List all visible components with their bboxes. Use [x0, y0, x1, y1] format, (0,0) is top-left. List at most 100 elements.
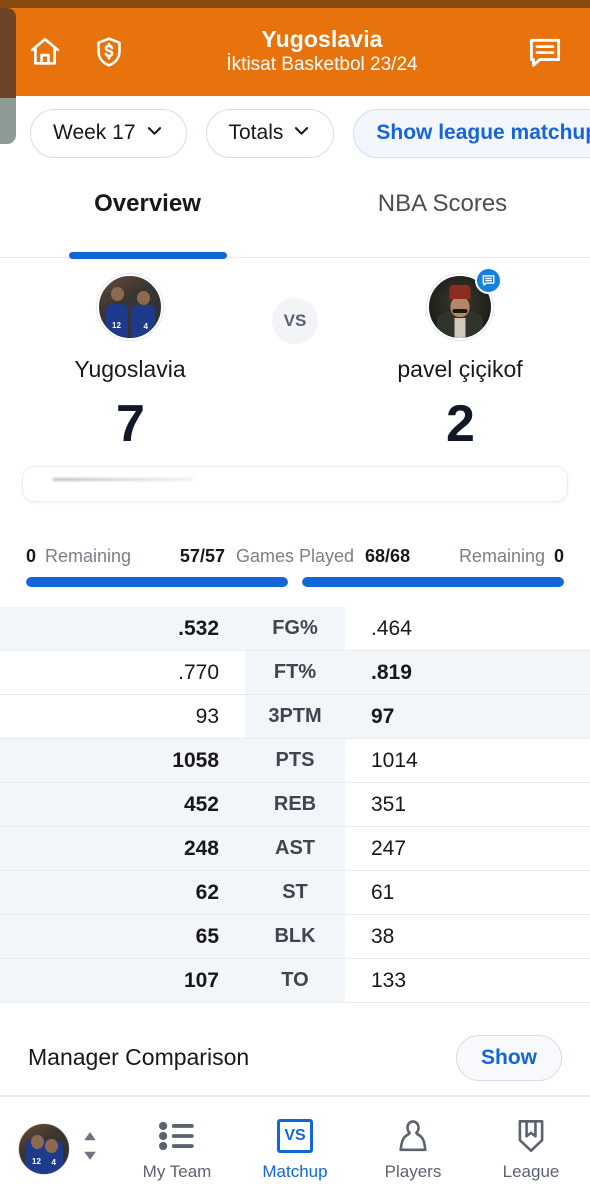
show-league-matchup-button[interactable]: Show league matchup — [353, 108, 590, 158]
table-row: 65 BLK 38 — [0, 915, 590, 959]
table-row: 1058 PTS 1014 — [0, 739, 590, 783]
stat-left-value: 62 — [195, 880, 219, 904]
table-row: 452 REB 351 — [0, 783, 590, 827]
home-team-score: 7 — [116, 394, 145, 453]
tab-overview-label: Overview — [94, 190, 201, 217]
stat-left-value: .532 — [178, 616, 219, 640]
stat-right-value: 97 — [371, 704, 395, 728]
table-row: .770 FT% .819 — [0, 651, 590, 695]
stat-category-label: REB — [273, 793, 317, 815]
home-team-block[interactable]: 12 4 Yugoslavia 7 — [12, 274, 248, 454]
message-icon[interactable] — [522, 29, 568, 75]
team-switcher[interactable]: 12 4 — [0, 1122, 118, 1175]
home-avatar-wrap[interactable]: 12 4 — [97, 274, 163, 340]
filter-bar: Week 17 Totals Show league matchup — [0, 96, 590, 170]
stat-right-value: 1014 — [371, 748, 418, 772]
games-played-labels: 0 Remaining 57/57 Games Played 68/68 Rem… — [0, 546, 590, 567]
app-root: Yugoslavia İktisat Basketbol 23/24 Week … — [0, 0, 590, 1200]
right-remaining-value: 0 — [553, 546, 564, 566]
games-played-block: 0 Remaining 57/57 Games Played 68/68 Rem… — [0, 546, 590, 598]
away-team-name: pavel çiçikof — [397, 356, 523, 382]
avatar: 12 4 — [18, 1122, 70, 1175]
stat-left-value: 1058 — [172, 748, 219, 772]
shield-dollar-icon[interactable] — [86, 29, 132, 75]
chevron-down-icon — [145, 121, 164, 146]
status-bar-strip — [0, 0, 590, 8]
stat-right-value: 133 — [371, 968, 407, 992]
away-avatar-wrap[interactable] — [427, 267, 502, 340]
home-team-name: Yugoslavia — [74, 356, 186, 382]
stat-left-value: 248 — [183, 836, 219, 860]
header-titles: Yugoslavia İktisat Basketbol 23/24 — [132, 26, 522, 78]
nav-item-league[interactable]: League — [472, 1097, 590, 1200]
right-progress-bar — [302, 577, 564, 587]
chevron-down-icon — [292, 121, 311, 146]
scoring-type-label: Totals — [228, 121, 284, 144]
nav-item-my-team-label: My Team — [142, 1161, 212, 1181]
nav-item-matchup-label: Matchup — [262, 1161, 328, 1181]
stat-category-label: ST — [282, 881, 308, 903]
up-down-arrows-icon[interactable] — [80, 1131, 100, 1166]
home-icon[interactable] — [22, 29, 68, 75]
edge-drawer-handle[interactable] — [0, 8, 16, 144]
manager-comparison-row: Manager Comparison Show — [0, 1020, 590, 1096]
app-header: Yugoslavia İktisat Basketbol 23/24 — [0, 8, 590, 96]
bottom-navigation: 12 4 My Team VS Matchup Players League — [0, 1096, 590, 1200]
nav-item-players-label: Players — [384, 1161, 442, 1181]
scoring-type-selector[interactable]: Totals — [205, 108, 335, 158]
stat-right-value: .819 — [371, 660, 412, 684]
tab-overview[interactable]: Overview — [0, 185, 295, 259]
stat-category-label: 3PTM — [268, 705, 322, 727]
right-remaining-label: Remaining — [458, 546, 545, 566]
trophy-shield-icon — [515, 1116, 547, 1156]
right-progress-fill — [302, 577, 564, 587]
vs-box-icon: VS — [277, 1116, 313, 1156]
stat-category-label: FT% — [273, 661, 317, 683]
stat-left-value: 107 — [183, 968, 219, 992]
avatar: 12 4 — [97, 274, 163, 340]
league-subtitle: İktisat Basketbol 23/24 — [226, 54, 418, 76]
table-row: 93 3PTM 97 — [0, 695, 590, 739]
stat-right-value: 247 — [371, 836, 407, 860]
away-team-score: 2 — [446, 394, 475, 453]
left-progress-fill — [26, 577, 288, 587]
left-progress-bar — [26, 577, 288, 587]
tab-active-underline — [68, 252, 227, 259]
nav-item-my-team[interactable]: My Team — [118, 1097, 236, 1200]
chat-badge-icon[interactable] — [475, 267, 502, 294]
tab-nba-scores-label: NBA Scores — [377, 190, 508, 217]
week-selector[interactable]: Week 17 — [30, 108, 187, 158]
table-row: 62 ST 61 — [0, 871, 590, 915]
partial-card[interactable] — [22, 466, 568, 502]
progress-bars — [0, 567, 590, 587]
stat-left-value: 65 — [195, 924, 219, 948]
person-icon — [397, 1116, 429, 1156]
away-team-block[interactable]: pavel çiçikof 2 — [342, 267, 578, 454]
stat-right-value: .464 — [371, 616, 412, 640]
page-title: Yugoslavia — [261, 26, 383, 53]
table-row: .532 FG% .464 — [0, 607, 590, 651]
table-row: 248 AST 247 — [0, 827, 590, 871]
left-remaining-label: Remaining — [45, 546, 132, 566]
stat-category-label: BLK — [274, 925, 316, 947]
left-games-played: 57/57 — [179, 546, 225, 566]
list-icon — [159, 1116, 195, 1156]
stat-category-label: FG% — [272, 617, 318, 639]
table-row: 107 TO 133 — [0, 959, 590, 1003]
matchup-header: 12 4 Yugoslavia 7 VS pavel çiçikof 2 — [0, 267, 590, 474]
manager-comparison-title: Manager Comparison — [28, 1044, 250, 1070]
nav-item-matchup[interactable]: VS Matchup — [236, 1097, 354, 1200]
manager-comparison-show-button[interactable]: Show — [456, 1034, 562, 1081]
stat-comparison-table: .532 FG% .464 .770 FT% .819 93 3PTM 97 1058 PTS 101… — [0, 607, 590, 1003]
stat-category-label: TO — [281, 969, 309, 991]
games-played-label: Games Played — [235, 546, 355, 566]
nav-item-players[interactable]: Players — [354, 1097, 472, 1200]
stat-right-value: 351 — [371, 792, 407, 816]
right-games-played: 68/68 — [365, 546, 411, 566]
stat-left-value: 93 — [195, 704, 219, 728]
tab-nba-scores[interactable]: NBA Scores — [295, 185, 590, 257]
week-selector-label: Week 17 — [53, 121, 136, 144]
stat-category-label: AST — [275, 837, 315, 859]
vs-badge: VS — [272, 298, 318, 344]
placeholder-line — [53, 478, 193, 481]
